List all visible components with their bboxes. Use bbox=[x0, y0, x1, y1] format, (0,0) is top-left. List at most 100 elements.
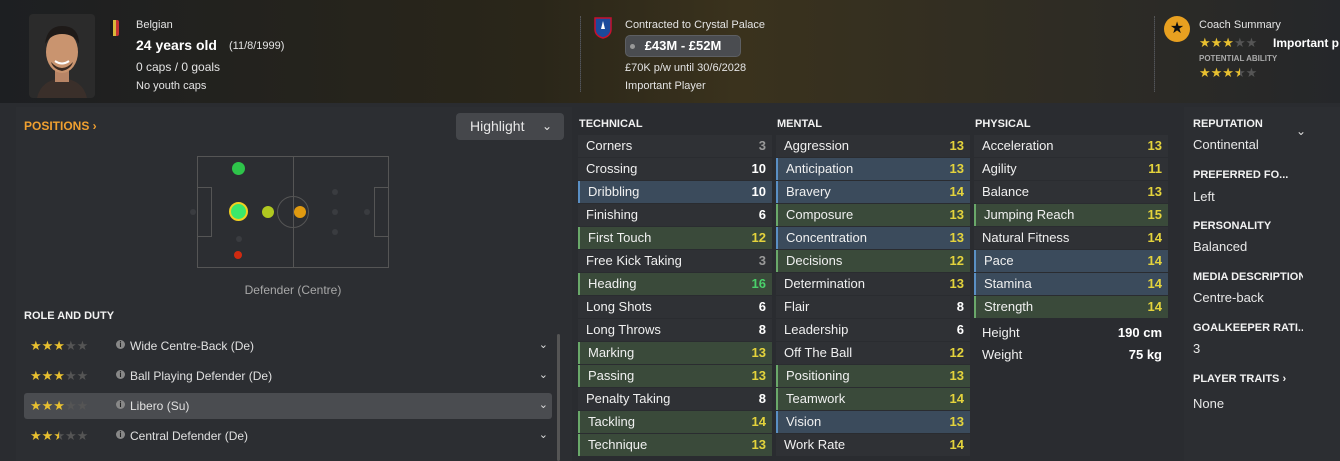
attr-value: 13 bbox=[949, 230, 964, 245]
attr-positioning[interactable]: Positioning 13 bbox=[776, 365, 970, 387]
attr-tackling[interactable]: Tackling 14 bbox=[578, 411, 772, 433]
positions-link[interactable]: POSITIONS › bbox=[24, 119, 97, 133]
attr-long-throws[interactable]: Long Throws 8 bbox=[578, 319, 772, 341]
attr-name: Concentration bbox=[786, 230, 867, 245]
attr-natural-fitness[interactable]: Natural Fitness 14 bbox=[974, 227, 1168, 249]
attr-aggression[interactable]: Aggression 13 bbox=[776, 135, 970, 157]
attr-name: Decisions bbox=[786, 253, 843, 268]
info-icon[interactable]: i bbox=[116, 370, 125, 379]
attr-value: 8 bbox=[956, 299, 964, 314]
chevron-down-icon[interactable]: ⌄ bbox=[539, 338, 548, 351]
coach-rating: Important p bbox=[1273, 36, 1339, 50]
attr-first-touch[interactable]: First Touch 12 bbox=[578, 227, 772, 249]
attr-vision[interactable]: Vision 13 bbox=[776, 411, 970, 433]
attr-off-the-ball[interactable]: Off The Ball 12 bbox=[776, 342, 970, 364]
attr-corners[interactable]: Corners 3 bbox=[578, 135, 772, 157]
attr-dribbling[interactable]: Dribbling 10 bbox=[578, 181, 772, 203]
attr-name: Finishing bbox=[586, 207, 639, 222]
attr-long-shots[interactable]: Long Shots 6 bbox=[578, 296, 772, 318]
attr-leadership[interactable]: Leadership 6 bbox=[776, 319, 970, 341]
attr-anticipation[interactable]: Anticipation 13 bbox=[776, 158, 970, 180]
attr-name: Anticipation bbox=[786, 161, 854, 176]
info-icon[interactable]: i bbox=[116, 400, 125, 409]
position-caption: Defender (Centre) bbox=[244, 283, 342, 297]
attr-value: 16 bbox=[751, 276, 766, 291]
attr-decisions[interactable]: Decisions 12 bbox=[776, 250, 970, 272]
role-stars: ★★★★★ bbox=[30, 398, 89, 413]
attr-pace[interactable]: Pace 14 bbox=[974, 250, 1168, 272]
penalty-box-right bbox=[374, 187, 388, 237]
attr-value: 10 bbox=[751, 161, 766, 176]
chevron-down-icon[interactable]: ⌄ bbox=[1296, 124, 1306, 138]
role-row-selected[interactable]: ★★★★★ i Libero (Su) ⌄ bbox=[24, 393, 552, 419]
weight-value: 75 kg bbox=[1128, 347, 1162, 362]
reputation-label: REPUTATION bbox=[1193, 118, 1263, 130]
weight-label: Weight bbox=[982, 347, 1023, 362]
attr-crossing[interactable]: Crossing 10 bbox=[578, 158, 772, 180]
attr-name: Natural Fitness bbox=[982, 230, 1070, 245]
attr-name: Stamina bbox=[984, 276, 1032, 291]
attr-determination[interactable]: Determination 13 bbox=[776, 273, 970, 295]
highlight-dropdown[interactable]: Highlight ⌄ bbox=[456, 113, 564, 140]
attr-name: Leadership bbox=[784, 322, 849, 337]
position-dot-empty bbox=[332, 209, 338, 215]
attr-name: Positioning bbox=[786, 368, 850, 383]
attr-flair[interactable]: Flair 8 bbox=[776, 296, 970, 318]
attr-name: Work Rate bbox=[784, 437, 846, 452]
role-stars: ★★★★★ bbox=[30, 338, 89, 353]
player-traits-link[interactable]: PLAYER TRAITS › bbox=[1193, 373, 1303, 385]
attr-name: Off The Ball bbox=[784, 345, 853, 360]
role-stars: ★★★★★ bbox=[30, 368, 89, 383]
attr-work-rate[interactable]: Work Rate 14 bbox=[776, 434, 970, 456]
transfer-value[interactable]: £43M - £52M bbox=[625, 35, 741, 57]
chevron-down-icon[interactable]: ⌄ bbox=[539, 368, 548, 381]
wage-contract: £70K p/w until 30/6/2028 bbox=[625, 62, 747, 74]
attr-heading[interactable]: Heading 16 bbox=[578, 273, 772, 295]
attr-strength[interactable]: Strength 14 bbox=[974, 296, 1168, 318]
chevron-down-icon[interactable]: ⌄ bbox=[539, 428, 548, 441]
role-row[interactable]: ★★★★★ i Central Defender (De) ⌄ bbox=[24, 423, 552, 449]
attr-value: 8 bbox=[758, 322, 766, 337]
attr-composure[interactable]: Composure 13 bbox=[776, 204, 970, 226]
player-photo bbox=[29, 14, 95, 98]
attr-value: 13 bbox=[949, 414, 964, 429]
contract-club[interactable]: Contracted to Crystal Palace bbox=[625, 19, 765, 31]
height-row: Height 190 cm bbox=[974, 322, 1168, 344]
attr-acceleration[interactable]: Acceleration 13 bbox=[974, 135, 1168, 157]
attr-name: Pace bbox=[984, 253, 1014, 268]
attr-stamina[interactable]: Stamina 14 bbox=[974, 273, 1168, 295]
technical-title: TECHNICAL bbox=[579, 118, 643, 130]
attr-name: Flair bbox=[784, 299, 810, 314]
attr-value: 14 bbox=[1147, 253, 1162, 268]
attr-passing[interactable]: Passing 13 bbox=[578, 365, 772, 387]
position-dot-dl[interactable] bbox=[232, 162, 245, 175]
attr-value: 12 bbox=[751, 230, 766, 245]
position-dot-mc[interactable] bbox=[294, 206, 306, 218]
info-icon[interactable]: i bbox=[116, 340, 125, 349]
attr-value: 3 bbox=[758, 138, 766, 153]
youth-caps: No youth caps bbox=[136, 80, 207, 92]
attr-finishing[interactable]: Finishing 6 bbox=[578, 204, 772, 226]
info-icon[interactable]: i bbox=[116, 430, 125, 439]
attr-value: 6 bbox=[758, 299, 766, 314]
attr-marking[interactable]: Marking 13 bbox=[578, 342, 772, 364]
position-dot-dr[interactable] bbox=[234, 251, 242, 259]
attr-concentration[interactable]: Concentration 13 bbox=[776, 227, 970, 249]
attr-teamwork[interactable]: Teamwork 14 bbox=[776, 388, 970, 410]
attr-penalty-taking[interactable]: Penalty Taking 8 bbox=[578, 388, 772, 410]
attr-bravery[interactable]: Bravery 14 bbox=[776, 181, 970, 203]
position-dot-dc[interactable] bbox=[229, 202, 248, 221]
personality-label: PERSONALITY bbox=[1193, 220, 1272, 232]
attr-value: 13 bbox=[1147, 184, 1162, 199]
role-row[interactable]: ★★★★★ i Wide Centre-Back (De) ⌄ bbox=[24, 333, 552, 359]
attr-agility[interactable]: Agility 11 bbox=[974, 158, 1168, 180]
attr-name: Acceleration bbox=[982, 138, 1054, 153]
scrollbar[interactable] bbox=[557, 334, 560, 461]
attr-free-kick-taking[interactable]: Free Kick Taking 3 bbox=[578, 250, 772, 272]
attr-jumping-reach[interactable]: Jumping Reach 15 bbox=[974, 204, 1168, 226]
role-row[interactable]: ★★★★★ i Ball Playing Defender (De) ⌄ bbox=[24, 363, 552, 389]
attr-technique[interactable]: Technique 13 bbox=[578, 434, 772, 456]
chevron-down-icon[interactable]: ⌄ bbox=[539, 398, 548, 411]
attr-balance[interactable]: Balance 13 bbox=[974, 181, 1168, 203]
position-dot-dm[interactable] bbox=[262, 206, 274, 218]
